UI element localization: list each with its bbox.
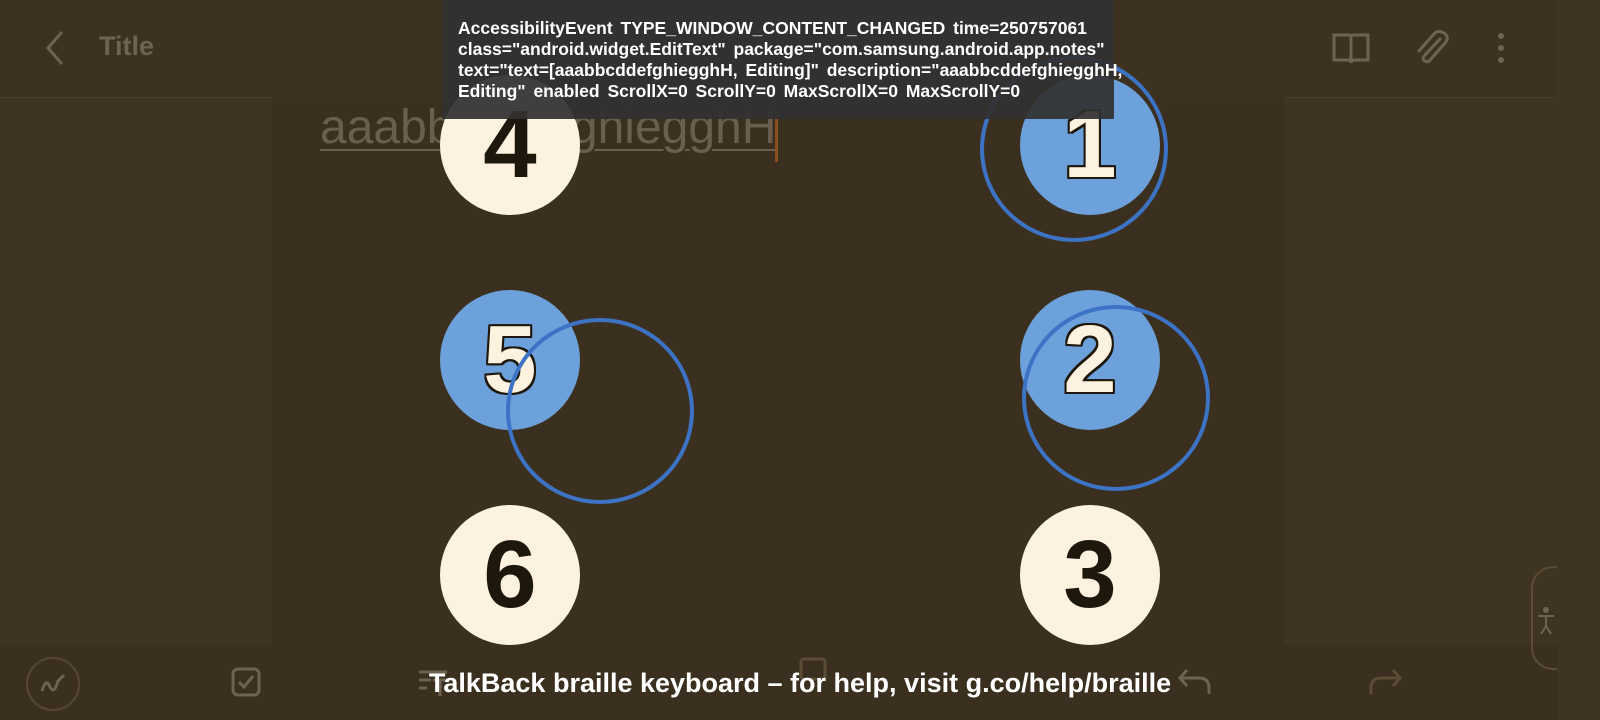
event-line: class="android.widget.EditText" package=… (458, 39, 1105, 59)
touch-point-ring (1022, 305, 1210, 491)
note-title[interactable]: Title (99, 31, 154, 62)
event-line: AccessibilityEvent TYPE_WINDOW_CONTENT_C… (458, 18, 1087, 38)
accessibility-person-icon (1538, 607, 1554, 635)
more-options-button[interactable] (1480, 27, 1522, 69)
back-button[interactable] (36, 28, 76, 68)
touch-point-ring (506, 318, 694, 504)
accessibility-event-overlay: AccessibilityEvent TYPE_WINDOW_CONTENT_C… (442, 0, 1123, 119)
reading-mode-button[interactable] (1330, 27, 1372, 69)
attach-button[interactable] (1410, 27, 1452, 69)
event-line: Editing" enabled ScrollX=0 ScrollY=0 Max… (458, 81, 1021, 101)
reading-mode-book-icon (1332, 33, 1370, 64)
more-options-icon (1498, 33, 1504, 63)
braille-keyboard-hint: TalkBack braille keyboard – for help, vi… (428, 668, 1172, 698)
event-line: text="text=[aaabbcddefghiegghH, Editing]… (458, 60, 1123, 80)
back-arrow-icon (46, 31, 64, 65)
accessibility-handle[interactable] (1531, 566, 1557, 670)
attachment-paperclip-icon (1417, 29, 1449, 64)
braille-dot-3[interactable]: 3 (1020, 505, 1160, 645)
text-cursor (775, 112, 778, 162)
braille-dot-6[interactable]: 6 (440, 505, 580, 645)
